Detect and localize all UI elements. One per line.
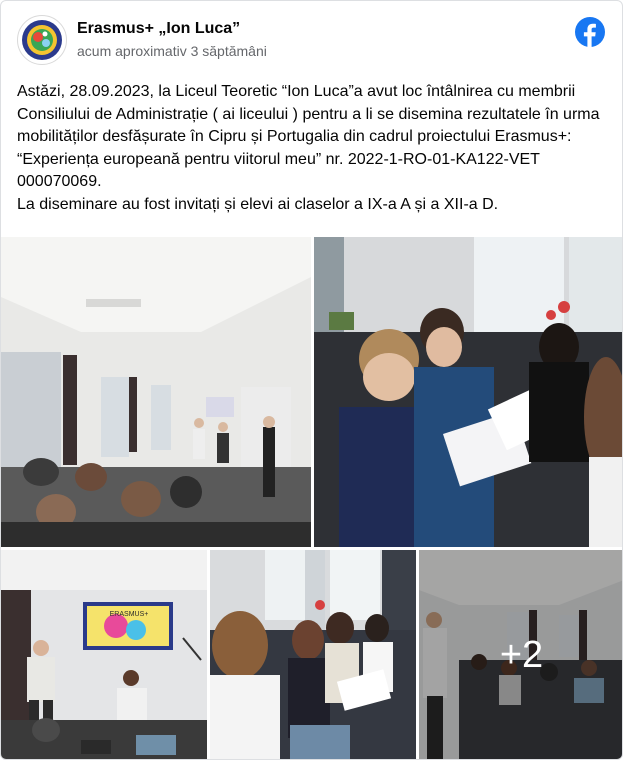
photo-classroom-wide[interactable] — [1, 237, 311, 547]
more-photos-overlay[interactable]: +2 — [419, 550, 622, 759]
page-name-link[interactable]: Erasmus+ „Ion Luca” — [77, 20, 240, 38]
post-body: Astăzi, 28.09.2023, la Liceul Teoretic “… — [17, 81, 607, 216]
post-body-paragraph-2: La diseminare au fost invitați și elevi … — [17, 195, 499, 213]
facebook-icon[interactable] — [575, 17, 605, 47]
classroom-wide-image — [1, 237, 311, 547]
facebook-post-card: Erasmus+ „Ion Luca” acum aproximativ 3 s… — [0, 0, 623, 760]
presentation-screen-image: ERASMUS+ — [1, 550, 207, 759]
photo-students-seated[interactable] — [210, 550, 416, 759]
post-header: Erasmus+ „Ion Luca” acum aproximativ 3 s… — [17, 15, 607, 65]
photo-gallery: ERASMUS+ +2 — [1, 237, 622, 759]
photo-presentation-screen[interactable]: ERASMUS+ — [1, 550, 207, 759]
post-body-paragraph-1: Astăzi, 28.09.2023, la Liceul Teoretic “… — [17, 83, 604, 190]
students-reading-image — [314, 237, 622, 547]
more-photos-count: +2 — [499, 634, 544, 676]
screen-title-text: ERASMUS+ — [110, 611, 149, 618]
photo-students-reading[interactable] — [314, 237, 622, 547]
post-timestamp[interactable]: acum aproximativ 3 săptămâni — [77, 43, 267, 59]
erasmus-logo-icon — [19, 17, 65, 63]
photo-classroom-rear[interactable]: +2 — [419, 550, 622, 759]
students-seated-image — [210, 550, 416, 759]
page-avatar[interactable] — [17, 15, 67, 65]
